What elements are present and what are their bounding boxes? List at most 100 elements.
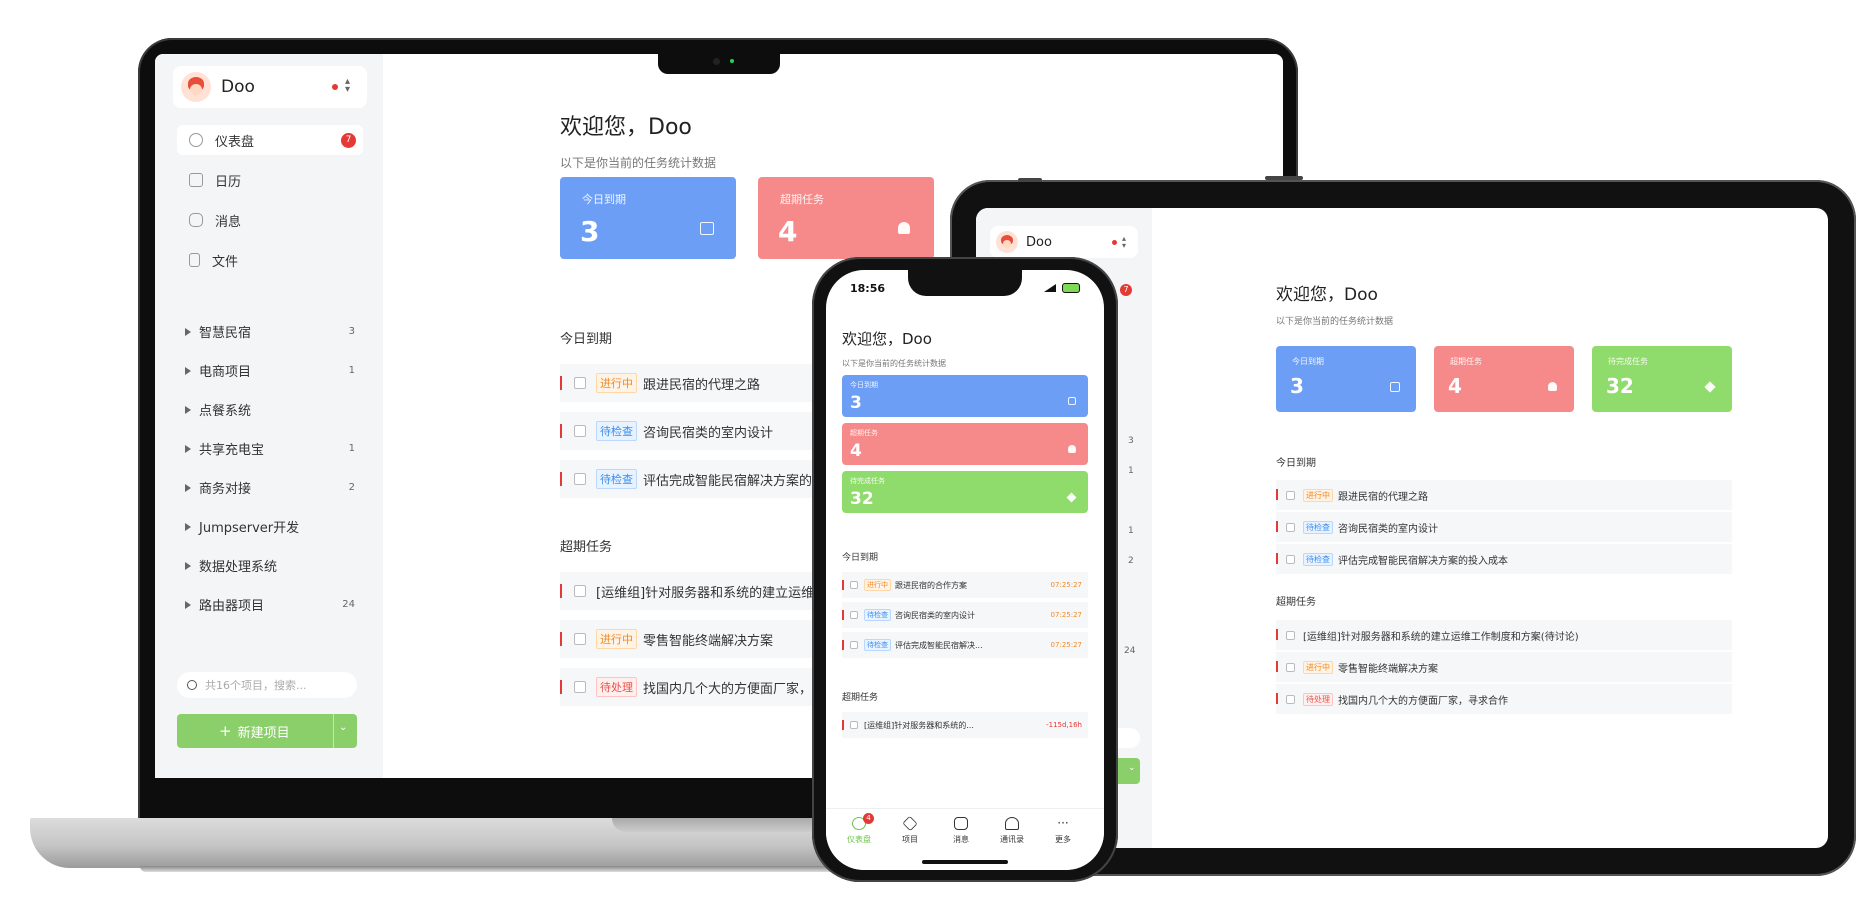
stat-card-pending[interactable]: 待完成任务 32 bbox=[842, 471, 1088, 513]
tablet-button bbox=[1018, 178, 1042, 182]
task-checkbox[interactable] bbox=[574, 425, 586, 437]
status-time: 18:56 bbox=[850, 282, 886, 295]
task-row[interactable]: [运维组]针对服务器和系统的建立运维工作制度和方案(待讨论) bbox=[1276, 620, 1732, 650]
status-tag: 待检查 bbox=[1303, 552, 1333, 566]
project-count: 24 bbox=[1124, 646, 1136, 656]
overdue-time: -115d,16h bbox=[1046, 721, 1082, 729]
user-switcher[interactable]: Doo ▴ ▾ bbox=[990, 226, 1138, 258]
project-item[interactable]: 电商项目 1 bbox=[185, 361, 355, 380]
task-checkbox[interactable] bbox=[850, 721, 858, 729]
caret-right-icon bbox=[185, 327, 191, 336]
tab-dashboard[interactable]: 仪表盘 4 bbox=[834, 813, 884, 845]
project-item[interactable]: Jumpserver开发 bbox=[185, 517, 355, 536]
task-checkbox[interactable] bbox=[850, 641, 858, 649]
task-row[interactable]: 进行中 跟进民宿的代理之路 bbox=[1276, 480, 1732, 510]
task-checkbox[interactable] bbox=[574, 633, 586, 645]
nav-item-messages[interactable]: 消息 bbox=[177, 205, 363, 235]
phone-notch bbox=[908, 268, 1022, 296]
stat-card-overdue[interactable]: 超期任务 4 bbox=[842, 423, 1088, 465]
task-row[interactable]: 进行中 跟进民宿的合作方案 07:25:27 bbox=[842, 572, 1088, 598]
task-checkbox[interactable] bbox=[574, 585, 586, 597]
status-tag: 待处理 bbox=[1303, 692, 1333, 706]
due-time: 07:25:27 bbox=[1050, 581, 1082, 589]
task-row[interactable]: [运维组]针对服务器和系统的... -115d,16h bbox=[842, 712, 1088, 738]
nav-item-calendar[interactable]: 日历 bbox=[177, 165, 363, 195]
tab-badge: 4 bbox=[863, 813, 874, 824]
avatar bbox=[181, 72, 211, 102]
stat-card-today[interactable]: 今日到期 3 bbox=[842, 375, 1088, 417]
project-item[interactable]: 路由器项目 24 bbox=[185, 595, 355, 614]
section-title-overdue: 超期任务 bbox=[1276, 597, 1316, 608]
project-count: 1 bbox=[1128, 466, 1134, 476]
status-tag: 进行中 bbox=[864, 579, 891, 591]
task-checkbox[interactable] bbox=[1286, 490, 1295, 500]
tab-messages[interactable]: 消息 bbox=[936, 817, 986, 845]
plus-icon: + bbox=[219, 722, 232, 740]
task-row[interactable]: 进行中 跟进民宿的代理之路 bbox=[560, 364, 840, 402]
caret-right-icon bbox=[185, 522, 191, 531]
task-row[interactable]: 进行中 零售智能终端解决方案 bbox=[560, 620, 840, 658]
project-item[interactable]: 商务对接 2 bbox=[185, 478, 355, 497]
task-checkbox[interactable] bbox=[1286, 662, 1295, 672]
task-row[interactable]: 待检查 评估完成智能民宿解决方案的投 bbox=[560, 460, 840, 498]
new-project-button[interactable]: + 新建项目 ⌄ bbox=[177, 714, 357, 748]
task-checkbox[interactable] bbox=[1286, 694, 1295, 704]
task-row[interactable]: 待检查 咨询民宿类的室内设计 07:25:27 bbox=[842, 602, 1088, 628]
task-checkbox[interactable] bbox=[574, 473, 586, 485]
task-checkbox[interactable] bbox=[574, 377, 586, 389]
task-checkbox[interactable] bbox=[1286, 522, 1295, 532]
user-switcher[interactable]: Doo ▴ ▾ bbox=[173, 66, 367, 108]
more-icon: ··· bbox=[1057, 816, 1069, 830]
nav-item-files[interactable]: 文件 bbox=[177, 245, 363, 275]
dashboard-icon bbox=[189, 133, 203, 147]
project-count: 2 bbox=[1128, 556, 1134, 566]
project-item[interactable]: 点餐系统 bbox=[185, 400, 355, 419]
status-tag: 待检查 bbox=[596, 469, 637, 489]
project-item[interactable]: 数据处理系统 bbox=[185, 556, 355, 575]
task-checkbox[interactable] bbox=[850, 611, 858, 619]
status-tag: 待检查 bbox=[864, 609, 891, 621]
task-row[interactable]: 进行中 零售智能终端解决方案 bbox=[1276, 652, 1732, 682]
stat-card-today[interactable]: 今日到期 3 bbox=[560, 177, 736, 259]
task-row[interactable]: 待处理 找国内几个大的方便面厂家，寻 bbox=[560, 668, 840, 706]
laptop-base-notch bbox=[612, 818, 822, 832]
sort-icon: ▴ ▾ bbox=[345, 76, 351, 95]
task-checkbox[interactable] bbox=[1286, 630, 1295, 640]
status-tag: 进行中 bbox=[1303, 488, 1333, 502]
stat-card-overdue[interactable]: 超期任务 4 bbox=[758, 177, 934, 259]
calendar-icon bbox=[1068, 397, 1076, 405]
nav-label: 消息 bbox=[215, 214, 242, 230]
stat-card-pending[interactable]: 待完成任务 32 bbox=[1592, 346, 1732, 412]
project-item[interactable]: 智慧民宿 3 bbox=[185, 322, 355, 341]
project-search-input[interactable]: 共16个项目，搜索... bbox=[177, 672, 357, 698]
tab-more[interactable]: ··· 更多 bbox=[1038, 817, 1088, 845]
chevron-down-icon[interactable]: ⌄ bbox=[1128, 763, 1136, 773]
section-title-today: 今日到期 bbox=[1276, 458, 1316, 469]
section-title-overdue: 超期任务 bbox=[842, 693, 879, 703]
task-row[interactable]: 待检查 咨询民宿类的室内设计 bbox=[560, 412, 840, 450]
split-divider bbox=[333, 714, 334, 748]
caret-right-icon bbox=[185, 483, 191, 492]
task-row[interactable]: [运维组]针对服务器和系统的建立运维工 bbox=[560, 572, 840, 610]
project-item[interactable]: 共享充电宝 1 bbox=[185, 439, 355, 458]
task-row[interactable]: 待检查 评估完成智能民宿解决... 07:25:27 bbox=[842, 632, 1088, 658]
status-tag: 进行中 bbox=[596, 629, 637, 649]
tab-contacts[interactable]: 通讯录 bbox=[987, 817, 1037, 845]
page-title: 欢迎您，Doo bbox=[842, 330, 932, 348]
nav-item-dashboard[interactable]: 仪表盘 7 bbox=[177, 125, 363, 155]
stat-card-today[interactable]: 今日到期 3 bbox=[1276, 346, 1416, 412]
page-subtitle: 以下是你当前的任务统计数据 bbox=[560, 156, 717, 170]
task-row[interactable]: 待检查 咨询民宿类的室内设计 bbox=[1276, 512, 1732, 542]
task-checkbox[interactable] bbox=[850, 581, 858, 589]
tab-projects[interactable]: 项目 bbox=[885, 815, 935, 845]
task-row[interactable]: 待处理 找国内几个大的方便面厂家，寻求合作 bbox=[1276, 684, 1732, 714]
stat-card-overdue[interactable]: 超期任务 4 bbox=[1434, 346, 1574, 412]
task-checkbox[interactable] bbox=[574, 681, 586, 693]
task-row[interactable]: 待检查 评估完成智能民宿解决方案的投入成本 bbox=[1276, 544, 1732, 574]
file-icon bbox=[189, 253, 200, 267]
status-tag: 待检查 bbox=[864, 639, 891, 651]
page-title: 欢迎您，Doo bbox=[1276, 285, 1378, 305]
due-time: 07:25:27 bbox=[1050, 611, 1082, 619]
chevron-down-icon[interactable]: ⌄ bbox=[339, 722, 347, 733]
task-checkbox[interactable] bbox=[1286, 554, 1295, 564]
